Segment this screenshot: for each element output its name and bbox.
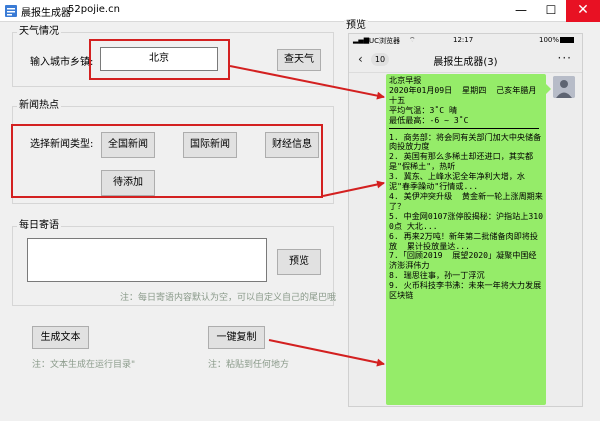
bubble-header-line: 最低最高：-6 ~ 3˚C (389, 114, 469, 125)
battery-icon (560, 37, 574, 43)
message-bubble: 北京早报 2020年01月09日 星期四 己亥年腊月十五 平均气温：3˚C 晴最低最… (386, 74, 546, 405)
app-icon (5, 5, 17, 17)
bubble-news-line: 3. 冀东、上峰水泥全年净利大增，水泥"春季躁动"行情或... (389, 171, 526, 192)
battery-percent: 100% (539, 36, 560, 44)
signal-icon: ▂▄▆ (353, 36, 370, 44)
message-group-title: 每日寄语 (17, 220, 61, 232)
bubble-news-line: 2. 英国有那么多稀土却还进口，其实都是"假稀土"，热听 (389, 151, 534, 172)
bubble-news-line: 1. 商务部：将会同有关部门加大中央储备肉投放力度 (389, 131, 542, 152)
phone-preview: ▂▄▆ UC浏览器 ⌔ 12:17 100% ‹ 10 晨报生成器(3) ···… (348, 33, 583, 407)
close-button[interactable]: ✕ (566, 0, 600, 22)
bubble-news-line: 6. 再来2万吨！新年第二批储备肉即将投放 累计投放量达... (389, 230, 538, 251)
copy-all-button[interactable]: 一键复制 (208, 326, 265, 349)
generate-text-button[interactable]: 生成文本 (32, 326, 89, 349)
message-note: 注：每日寄语内容默认为空，可以自定义自己的尾巴哦 (120, 293, 337, 303)
carrier-label: UC浏览器 (369, 37, 401, 45)
news-group-title: 新闻热点 (17, 100, 61, 112)
generate-note: 注：文本生成在运行目录" (32, 360, 136, 370)
bubble-news-line: 9. 火币科技李书沸：未来一年将大力发展区块链 (389, 280, 542, 301)
daily-message-textarea[interactable] (27, 238, 267, 282)
bubble-news-line: 7.「回顾2019 展望2020」凝聚中国经济澎湃伟力 (389, 250, 537, 271)
chat-title: 晨报生成器(3) (433, 57, 498, 68)
bubble-separator (389, 127, 539, 129)
more-icon[interactable]: ··· (558, 51, 572, 65)
status-time: 12:17 (453, 36, 474, 44)
preview-button[interactable]: 预览 (277, 249, 321, 275)
city-label: 输入城市乡镇: (30, 57, 94, 68)
chat-header: ‹ 10 晨报生成器(3) ··· (349, 47, 582, 73)
weather-highlight-box (89, 39, 230, 80)
wifi-icon: ⌔ (409, 36, 416, 44)
bubble-news-line: 5. 中金网0107涨停股揭秘：沪指站上3100点 大北... (389, 210, 543, 231)
title-bar: 晨报生成器 52pojie.cn — ☐ ✕ (0, 0, 600, 22)
bubble-header-line: 2020年01月09日 星期四 己亥年腊月十五 (389, 84, 537, 105)
weather-group-title: 天气情况 (17, 26, 61, 38)
maximize-button[interactable]: ☐ (536, 0, 566, 22)
avatar[interactable] (553, 76, 575, 98)
bubble-tail (546, 84, 551, 94)
check-weather-button[interactable]: 查天气 (277, 49, 321, 71)
window-subtitle: 52pojie.cn (68, 4, 120, 15)
bubble-news-line: 4. 美伊冲突升级 黄金新一轮上涨周期来了？ (389, 190, 543, 211)
user-avatar-icon (553, 76, 575, 98)
news-highlight-box (11, 124, 323, 198)
phone-status-bar: ▂▄▆ UC浏览器 ⌔ 12:17 100% (349, 34, 582, 47)
window-title: 晨报生成器 (21, 8, 71, 19)
copy-note: 注：粘贴到任何地方 (208, 360, 290, 370)
minimize-button[interactable]: — (506, 0, 536, 22)
preview-group-title: 预览 (344, 20, 368, 32)
